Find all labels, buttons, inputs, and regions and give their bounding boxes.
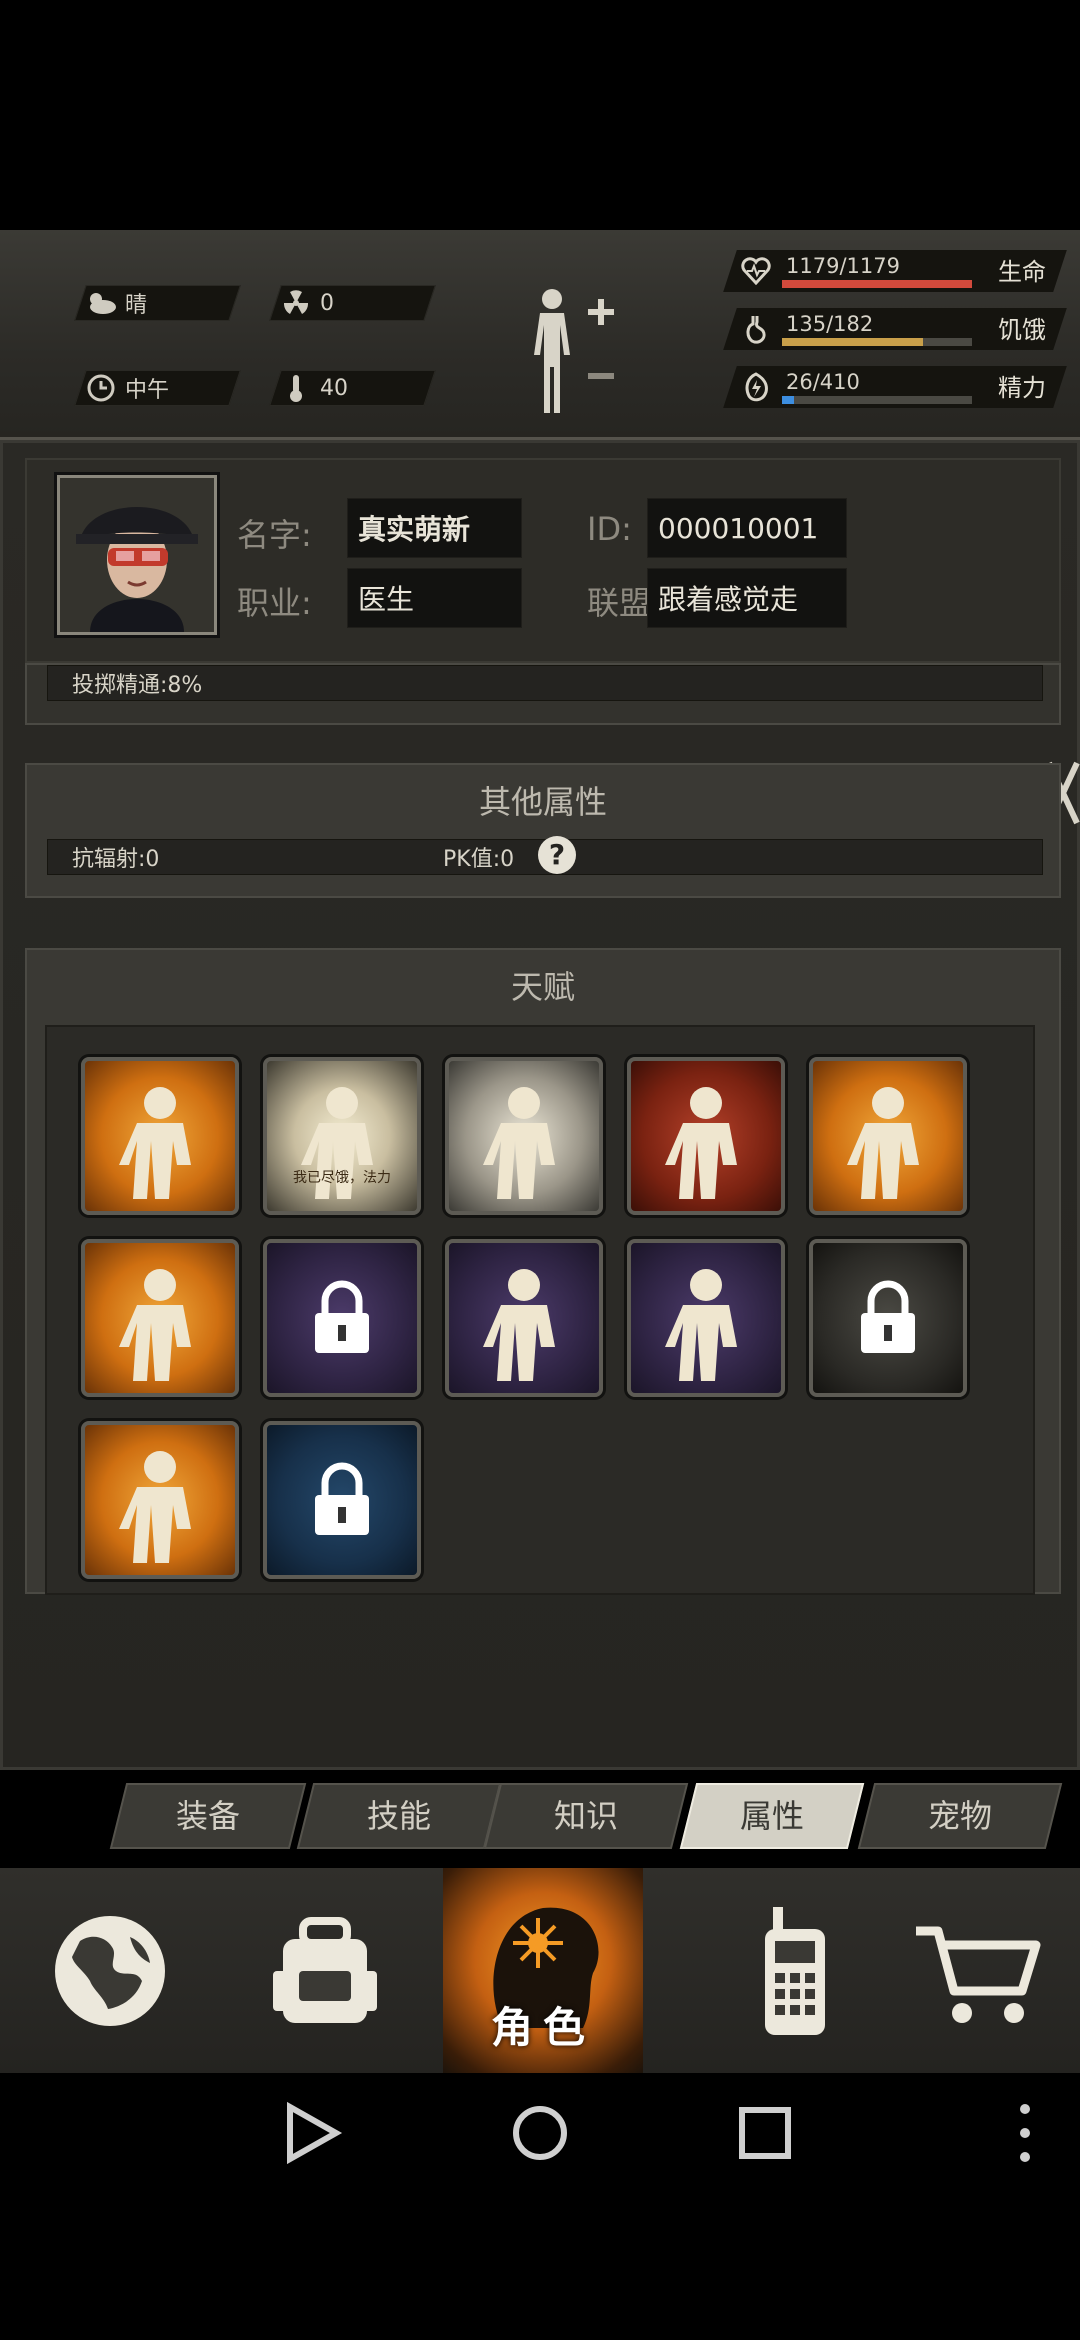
alliance-field: 跟着感觉走 xyxy=(647,568,847,628)
cloud-sun-icon xyxy=(81,285,121,321)
hunger-stat: 135/182 饥饿 xyxy=(723,308,1067,350)
clock-icon xyxy=(81,370,121,406)
tab-skills-label: 技能 xyxy=(366,1797,431,1835)
radiation-value: 0 xyxy=(320,290,334,316)
hp-label: 生命 xyxy=(998,258,1046,286)
tab-attributes[interactable]: 属性 xyxy=(679,1783,865,1849)
bottom-nav: 角色 xyxy=(0,1868,1080,2073)
tab-knowledge-label: 知识 xyxy=(553,1797,618,1835)
help-icon[interactable]: ? xyxy=(538,836,576,874)
hunger-bar xyxy=(782,338,923,346)
nav-backpack[interactable] xyxy=(230,1868,420,2073)
body-status-button[interactable] xyxy=(520,285,630,415)
time-text: 中午 xyxy=(125,378,170,403)
tab-knowledge[interactable]: 知识 xyxy=(483,1783,689,1849)
time-pill: 中午 xyxy=(74,370,241,406)
pistol-talent[interactable] xyxy=(263,1239,421,1397)
tab-equipment[interactable]: 装备 xyxy=(109,1783,307,1849)
nav-role[interactable]: 角色 xyxy=(443,1868,643,2073)
panda-talent[interactable]: 我已尽饿，法力 xyxy=(263,1057,421,1215)
archer-talent[interactable] xyxy=(627,1239,785,1397)
back-icon[interactable] xyxy=(287,2101,343,2165)
id-label: ID: xyxy=(587,510,632,548)
weather-text: 晴 xyxy=(125,293,148,318)
pk-value-text: PK值:0 xyxy=(443,847,515,872)
status-header: 晴 0 中午 40 1179/1179 生命 135/182 饥饿 26/410… xyxy=(0,230,1080,440)
rifle-talent[interactable] xyxy=(445,1239,603,1397)
temperature-pill: 40 xyxy=(269,370,436,406)
talent-grid: 我已尽饿，法力 xyxy=(45,1025,1035,1595)
temperature-value: 40 xyxy=(320,375,348,401)
avatar[interactable] xyxy=(57,475,217,635)
other-attributes-row: 抗辐射:0 PK值:0 ? xyxy=(47,836,1043,875)
hunger-value: 135/182 xyxy=(786,312,874,336)
eater-talent[interactable] xyxy=(445,1057,603,1215)
backpack-icon xyxy=(273,1916,377,2023)
tab-equipment-label: 装备 xyxy=(175,1797,240,1835)
nav-radio[interactable] xyxy=(700,1868,890,2073)
radiation-resist-text: 抗辐射:0 xyxy=(72,847,160,872)
heart-icon xyxy=(736,252,776,290)
shield-talent[interactable] xyxy=(809,1239,967,1397)
throw-mastery-row: 投掷精通:8% xyxy=(47,665,1043,701)
energy-bar xyxy=(782,396,794,404)
radiation-pill: 0 xyxy=(269,285,436,321)
fist-talent[interactable] xyxy=(627,1057,785,1215)
throw-mastery-text: 投掷精通:8% xyxy=(72,673,203,698)
recents-icon[interactable] xyxy=(739,2107,791,2159)
sneak-talent[interactable] xyxy=(263,1421,421,1579)
other-attributes-title: 其他属性 xyxy=(478,783,607,821)
hp-bar xyxy=(782,280,972,288)
strongman-talent[interactable] xyxy=(809,1057,967,1215)
kick-talent[interactable] xyxy=(81,1421,239,1579)
walkie-talkie-icon xyxy=(765,1906,825,2035)
globe-icon xyxy=(55,1915,165,2026)
tab-pets[interactable]: 宠物 xyxy=(857,1783,1063,1849)
system-nav-bar xyxy=(0,2073,1080,2193)
job-field: 医生 xyxy=(347,568,522,628)
id-field: 000010001 xyxy=(647,498,847,558)
tab-skills[interactable]: 技能 xyxy=(296,1783,502,1849)
talents-title: 天赋 xyxy=(510,968,575,1006)
name-field: 真实萌新 xyxy=(347,498,522,558)
panda-talent-caption: 我已尽饿，法力 xyxy=(293,1170,391,1186)
weather-pill: 晴 xyxy=(74,285,241,321)
home-icon[interactable] xyxy=(513,2106,567,2160)
profile-card: 名字: 真实萌新 职业: 医生 ID: 000010001 联盟: 跟着感觉走 xyxy=(25,458,1061,663)
skills-panel-partial: 投掷精通:8% xyxy=(25,663,1061,725)
body-figure-icon xyxy=(534,289,614,413)
energy-value: 26/410 xyxy=(786,370,860,394)
job-label: 职业: xyxy=(237,584,312,622)
radiation-icon xyxy=(276,285,316,321)
nav-world[interactable] xyxy=(15,1868,205,2073)
stomach-icon xyxy=(736,310,776,348)
porter-talent[interactable] xyxy=(81,1057,239,1215)
energy-icon xyxy=(736,368,776,406)
energy-label: 精力 xyxy=(998,374,1046,402)
hp-value: 1179/1179 xyxy=(786,254,900,278)
nav-shop[interactable] xyxy=(885,1868,1075,2073)
thermometer-icon xyxy=(276,370,316,406)
energy-stat: 26/410 精力 xyxy=(723,366,1067,408)
tab-attributes-label: 属性 xyxy=(739,1797,804,1835)
hp-stat: 1179/1179 生命 xyxy=(723,250,1067,292)
nav-role-label: 角色 xyxy=(490,2003,595,2052)
cart-icon xyxy=(916,1926,1041,2023)
more-icon[interactable] xyxy=(1020,2104,1030,2162)
name-label: 名字: xyxy=(237,516,312,554)
hunger-label: 饥饿 xyxy=(998,316,1046,344)
boxer-talent[interactable] xyxy=(81,1239,239,1397)
tab-pets-label: 宠物 xyxy=(927,1797,992,1835)
other-attributes-panel: 其他属性 抗辐射:0 PK值:0 ? xyxy=(25,763,1061,898)
